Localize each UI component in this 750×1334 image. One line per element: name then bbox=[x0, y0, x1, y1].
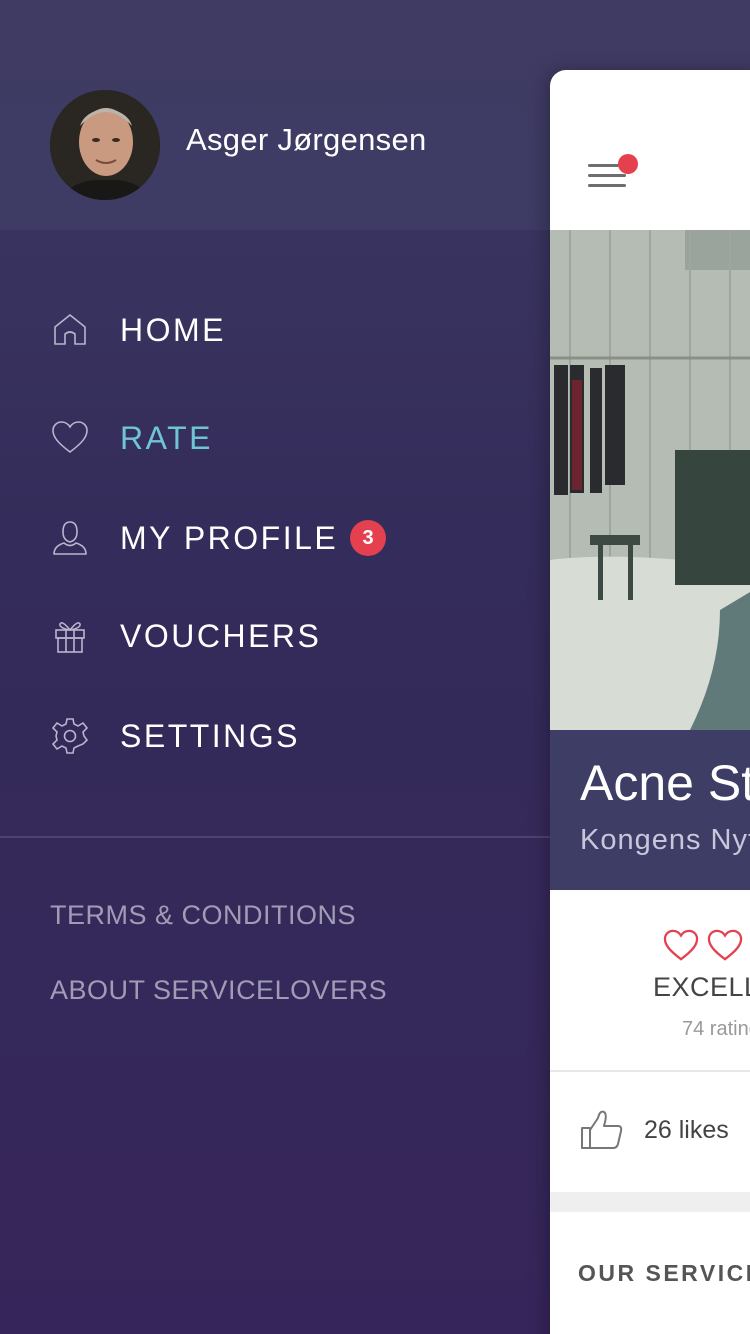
rating-count: 74 ratings bbox=[682, 1018, 750, 1040]
heart-icon bbox=[48, 416, 92, 460]
nav-item-label: HOME bbox=[120, 311, 226, 348]
rating-hearts bbox=[662, 928, 744, 962]
about-link[interactable]: ABOUT SERVICELOVERS bbox=[50, 975, 387, 1006]
section-gap bbox=[550, 1192, 750, 1212]
rating-block[interactable]: EXCELLENT 74 ratings bbox=[550, 890, 750, 1070]
avatar-photo bbox=[50, 90, 160, 200]
home-icon bbox=[48, 308, 92, 352]
menu-notification-dot bbox=[618, 154, 638, 174]
likes-row[interactable]: 26 likes bbox=[550, 1072, 750, 1190]
nav-item-label: RATE bbox=[120, 419, 213, 456]
nav-item-label: VOUCHERS bbox=[120, 617, 322, 654]
nav-item-vouchers[interactable]: VOUCHERS bbox=[0, 586, 550, 686]
nav-item-label: SETTINGS bbox=[120, 717, 301, 754]
store-info-band[interactable]: Acne Studios Kongens Nytorv bbox=[550, 730, 750, 890]
nav-item-label: MY PROFILE bbox=[120, 519, 339, 556]
heart-rating-icon bbox=[707, 929, 743, 961]
nav-item-home[interactable]: HOME bbox=[0, 280, 550, 380]
drawer-divider bbox=[0, 836, 550, 838]
store-name: Acne Studios bbox=[580, 755, 750, 811]
gear-icon bbox=[48, 714, 92, 758]
services-heading: OUR SERVICES bbox=[578, 1260, 750, 1286]
nav-item-my-profile[interactable]: MY PROFILE 3 bbox=[0, 488, 550, 588]
thumbs-up-icon[interactable] bbox=[578, 1106, 626, 1154]
content-card[interactable]: Acne Studios Kongens Nytorv EXCELLENT 74… bbox=[550, 70, 750, 1334]
rating-word: EXCELLENT bbox=[653, 972, 750, 1002]
gift-icon bbox=[48, 614, 92, 658]
heart-rating-icon bbox=[663, 929, 699, 961]
terms-link[interactable]: TERMS & CONDITIONS bbox=[50, 900, 356, 931]
user-icon bbox=[48, 516, 92, 560]
store-hero-image bbox=[550, 230, 750, 730]
nav-item-settings[interactable]: SETTINGS bbox=[0, 686, 550, 786]
nav-item-rate[interactable]: RATE bbox=[0, 388, 550, 488]
user-name[interactable]: Asger Jørgensen bbox=[186, 122, 427, 158]
likes-count: 26 likes bbox=[644, 1116, 729, 1144]
store-address: Kongens Nytorv bbox=[580, 824, 750, 856]
notification-badge: 3 bbox=[350, 520, 386, 556]
avatar[interactable] bbox=[50, 90, 160, 200]
